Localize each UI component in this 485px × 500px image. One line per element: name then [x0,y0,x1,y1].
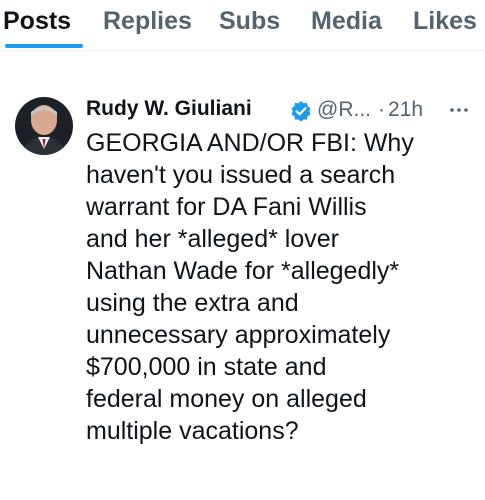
avatar-image [15,97,73,155]
post[interactable]: Rudy W. Giuliani @R... · 21h GEORGIA AND… [0,80,485,500]
post-header: Rudy W. Giuliani @R... · 21h [86,95,471,129]
tab-posts[interactable]: Posts [3,7,71,36]
ellipsis-icon[interactable] [446,99,472,121]
avatar[interactable] [15,97,73,155]
post-timestamp[interactable]: 21h [388,98,423,122]
tab-replies[interactable]: Replies [103,7,192,36]
verified-badge-icon [291,101,311,122]
author-handle[interactable]: @R... [317,98,371,122]
tab-media[interactable]: Media [311,7,382,36]
post-text: GEORGIA AND/OR FBI: Why haven't you issu… [86,129,414,445]
tab-likes[interactable]: Likes [413,7,477,36]
active-tab-indicator [5,44,83,48]
tab-subs[interactable]: Subs [219,7,280,36]
profile-tabs: Posts Replies Subs Media Likes [0,0,485,51]
separator-dot: · [378,98,385,121]
author-name[interactable]: Rudy W. Giuliani [86,97,252,121]
